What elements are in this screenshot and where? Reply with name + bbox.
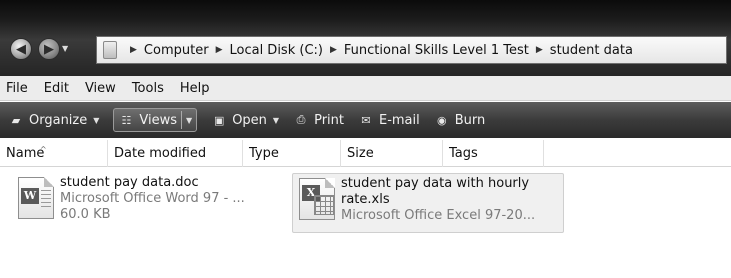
file-name-line2: rate.xls (341, 192, 390, 207)
file-type: Microsoft Office Word 97 - ... (60, 191, 245, 206)
views-icon: ☷ (121, 113, 132, 127)
column-type-label: Type (249, 146, 279, 161)
views-divider (181, 111, 183, 129)
file-type: Microsoft Office Excel 97-20... (341, 208, 536, 223)
email-label: E-mail (378, 112, 420, 128)
document-lines (41, 190, 51, 210)
column-name[interactable]: ^ Name (0, 140, 108, 167)
forward-arrow-icon: ▶ (44, 41, 54, 57)
column-date-modified-label: Date modified (114, 146, 207, 161)
breadcrumb-functional-skills[interactable]: Functional Skills Level 1 Test (344, 43, 529, 58)
file-size: 60.0 KB (60, 207, 111, 222)
file-name: student pay data.doc (60, 175, 199, 190)
spreadsheet-grid (314, 195, 334, 215)
file-details: student pay data.doc Microsoft Office Wo… (60, 173, 245, 235)
address-area: ◀ ▶ ▼ ▶ Computer ▶ Local Disk (C:) ▶ Fun… (0, 0, 731, 76)
breadcrumb-computer[interactable]: Computer (144, 43, 209, 58)
document-page: W (18, 177, 54, 219)
back-button[interactable]: ◀ (10, 38, 32, 60)
breadcrumb-student-data[interactable]: student data (550, 43, 633, 58)
burn-label: Burn (454, 112, 486, 128)
breadcrumb-local-disk[interactable]: Local Disk (C:) (229, 43, 322, 58)
open-button[interactable]: ▣ Open ▼ (211, 113, 279, 128)
file-item-word[interactable]: W student pay data.doc Microsoft Office … (12, 173, 282, 235)
column-size[interactable]: Size (341, 140, 443, 167)
column-size-label: Size (347, 146, 374, 161)
organize-button[interactable]: ▰ Organize ▼ (8, 112, 100, 128)
printer-icon: ⎙ (296, 113, 306, 126)
chevron-right-icon[interactable]: ▶ (216, 45, 223, 55)
print-button[interactable]: ⎙ Print (293, 113, 344, 128)
disc-icon: ◉ (436, 113, 447, 127)
column-tags[interactable]: Tags (443, 140, 544, 167)
organize-icon: ▰ (11, 113, 21, 127)
document-page: X (299, 178, 335, 220)
word-badge-icon: W (21, 188, 39, 204)
column-date-modified[interactable]: Date modified (108, 140, 243, 167)
recent-pages-dropdown-icon[interactable]: ▼ (62, 44, 68, 53)
menu-tools[interactable]: Tools (132, 81, 164, 96)
views-label: Views (139, 112, 178, 128)
folder-icon (103, 41, 117, 59)
email-button[interactable]: ✉ E-mail (358, 112, 420, 128)
back-arrow-icon: ◀ (16, 41, 26, 57)
command-toolbar: ▰ Organize ▼ ☷ Views ▼ ▣ Open ▼ ⎙ Print … (0, 102, 731, 138)
organize-label: Organize (29, 112, 88, 128)
word-document-icon: W (12, 173, 60, 221)
open-icon: ▣ (213, 113, 225, 127)
menu-edit[interactable]: Edit (44, 81, 69, 96)
envelope-icon: ✉ (361, 113, 371, 127)
print-label: Print (314, 112, 344, 128)
column-name-label: Name (6, 146, 45, 161)
chevron-down-icon: ▼ (93, 115, 100, 125)
menu-view[interactable]: View (85, 81, 116, 96)
column-type[interactable]: Type (243, 140, 341, 167)
chevron-right-icon[interactable]: ▶ (130, 45, 137, 55)
chevron-right-icon[interactable]: ▶ (536, 45, 543, 55)
chevron-right-icon[interactable]: ▶ (330, 45, 337, 55)
file-details: student pay data with hourly rate.xls Mi… (341, 174, 535, 232)
column-tags-label: Tags (449, 146, 478, 161)
menu-file[interactable]: File (6, 81, 28, 96)
excel-spreadsheet-icon: X (293, 174, 341, 222)
open-label: Open (232, 112, 267, 128)
views-button[interactable]: ☷ Views ▼ (113, 108, 198, 132)
file-name-line1: student pay data with hourly (341, 176, 530, 191)
address-bar[interactable]: ▶ Computer ▶ Local Disk (C:) ▶ Functiona… (96, 36, 727, 64)
chevron-down-icon[interactable]: ▼ (186, 116, 192, 125)
burn-button[interactable]: ◉ Burn (434, 112, 486, 128)
menu-bar: File Edit View Tools Help (0, 76, 731, 101)
menu-help[interactable]: Help (180, 81, 210, 96)
sort-ascending-icon: ^ (40, 145, 47, 154)
forward-button[interactable]: ▶ (38, 38, 60, 60)
column-header: ^ Name Date modified Type Size Tags (0, 140, 731, 167)
file-item-excel[interactable]: X student pay data with hourly rate.xls … (292, 173, 564, 233)
chevron-down-icon: ▼ (272, 115, 280, 125)
